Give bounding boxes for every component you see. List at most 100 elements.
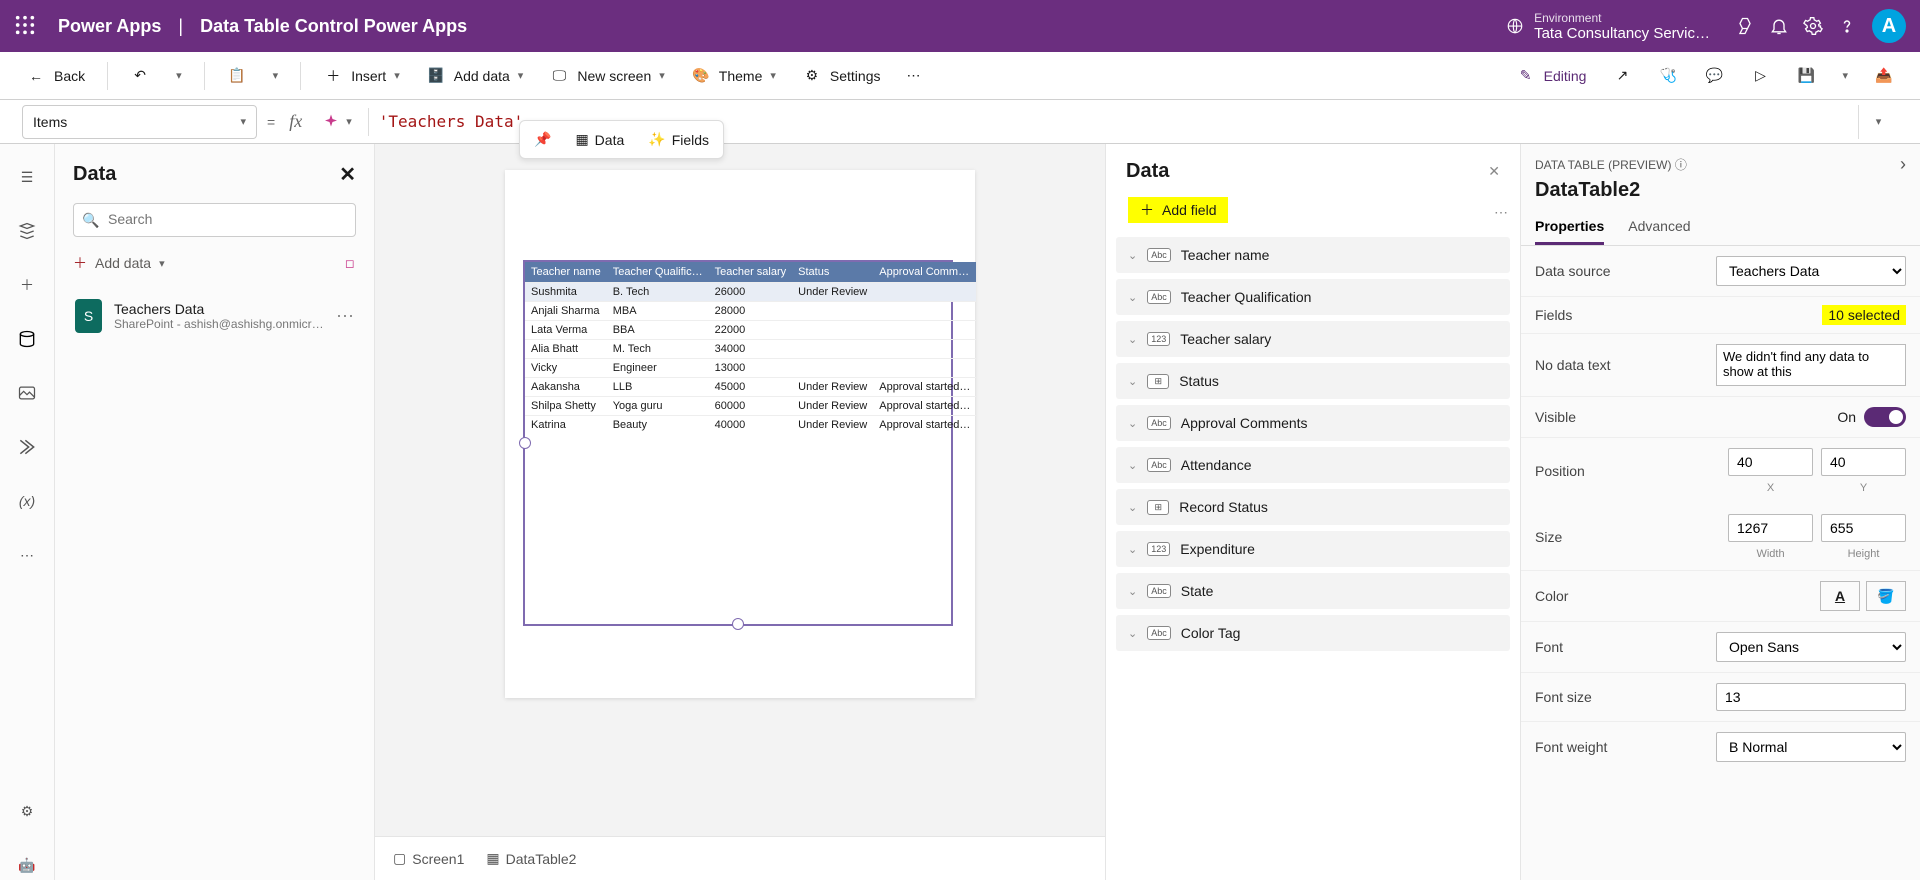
prop-nodata-input[interactable]: We didn't find any data to show at this bbox=[1716, 344, 1906, 386]
field-item[interactable]: ⌄123Teacher salary bbox=[1116, 321, 1510, 357]
table-row[interactable]: Lata VermaBBA22000 bbox=[525, 321, 976, 340]
field-item[interactable]: ⌄AbcState bbox=[1116, 573, 1510, 609]
field-item[interactable]: ⌄AbcTeacher name bbox=[1116, 237, 1510, 273]
field-item[interactable]: ⌄AbcAttendance bbox=[1116, 447, 1510, 483]
table-row[interactable]: Alia BhattM. Tech34000 bbox=[525, 340, 976, 359]
more-icon[interactable]: ⋯ bbox=[12, 540, 42, 570]
save-button[interactable]: 💾 bbox=[1786, 62, 1826, 90]
editing-mode-button[interactable]: ✎ Editing bbox=[1506, 62, 1597, 90]
avatar[interactable]: A bbox=[1872, 9, 1906, 43]
media-tab-icon[interactable] bbox=[12, 378, 42, 408]
settings-tab-icon[interactable]: ⚙ bbox=[12, 796, 42, 826]
undo-button[interactable]: ↶ bbox=[120, 62, 160, 90]
property-selector[interactable]: Items ▾ bbox=[22, 105, 257, 139]
column-header[interactable]: Teacher salary bbox=[709, 262, 793, 283]
breadcrumb-screen[interactable]: ▢Screen1 bbox=[393, 850, 464, 867]
field-item[interactable]: ⌄⊞Status bbox=[1116, 363, 1510, 399]
pos-x-input[interactable] bbox=[1728, 448, 1813, 476]
pos-y-input[interactable] bbox=[1821, 448, 1906, 476]
environment-picker[interactable]: Environment Tata Consultancy Servic… bbox=[1506, 11, 1710, 42]
tab-advanced[interactable]: Advanced bbox=[1628, 210, 1690, 245]
variables-icon[interactable]: (x) bbox=[12, 486, 42, 516]
add-data-link[interactable]: ＋ Add data ▾ ◇ bbox=[73, 251, 356, 275]
field-item[interactable]: ⌄AbcColor Tag bbox=[1116, 615, 1510, 651]
tabs: Properties Advanced bbox=[1521, 210, 1920, 246]
chevron-down-icon: ▾ bbox=[518, 69, 524, 82]
field-item[interactable]: ⌄⊞Record Status bbox=[1116, 489, 1510, 525]
breadcrumb-control[interactable]: ▦DataTable2 bbox=[486, 850, 576, 867]
edit-fields-link[interactable]: 10 selected bbox=[1822, 307, 1906, 323]
table-row[interactable]: VickyEngineer13000 bbox=[525, 359, 976, 378]
new-screen-button[interactable]: 🖵 New screen ▾ bbox=[539, 62, 674, 90]
close-icon[interactable]: ✕ bbox=[1488, 163, 1500, 180]
canvas[interactable]: 📌 ▦ Data ✨ Fields Teacher nameTeacher Qu… bbox=[375, 144, 1105, 880]
publish-button[interactable]: 📤 bbox=[1864, 62, 1904, 90]
expand-formula[interactable]: ▾ bbox=[1858, 105, 1898, 139]
close-icon[interactable]: ✕ bbox=[339, 162, 356, 187]
width-input[interactable] bbox=[1728, 514, 1813, 542]
info-icon[interactable]: ⓘ bbox=[1675, 158, 1687, 172]
table-row[interactable]: AakanshaLLB45000Under ReviewApproval sta… bbox=[525, 378, 976, 397]
copilot-button[interactable]: ▾ bbox=[316, 113, 358, 131]
search-input[interactable] bbox=[106, 210, 347, 228]
share-button[interactable]: ↗ bbox=[1602, 62, 1642, 90]
tree-view-icon[interactable] bbox=[12, 216, 42, 246]
ellipsis-icon[interactable]: ⋯ bbox=[1494, 204, 1508, 221]
column-header[interactable]: Approval Comm… bbox=[873, 262, 976, 283]
column-header[interactable]: Teacher name bbox=[525, 262, 607, 283]
save-split[interactable]: ▾ bbox=[1832, 65, 1858, 86]
fill-color-picker[interactable]: 🪣 bbox=[1866, 581, 1906, 611]
prop-data-source-select[interactable]: Teachers Data bbox=[1716, 256, 1906, 286]
font-weight-select[interactable]: B Normal bbox=[1716, 732, 1906, 762]
font-select[interactable]: Open Sans bbox=[1716, 632, 1906, 662]
app-checker-button[interactable]: 🩺 bbox=[1648, 62, 1688, 90]
ellipsis-icon[interactable]: ⋯ bbox=[336, 306, 354, 327]
height-input[interactable] bbox=[1821, 514, 1906, 542]
notifications-icon[interactable] bbox=[1762, 9, 1796, 43]
table-row[interactable]: KatrinaBeauty40000Under ReviewApproval s… bbox=[525, 416, 976, 435]
table-row[interactable]: SushmitaB. Tech26000Under Review bbox=[525, 283, 976, 302]
field-item[interactable]: ⌄123Expenditure bbox=[1116, 531, 1510, 567]
font-size-input[interactable] bbox=[1716, 683, 1906, 711]
visible-toggle[interactable] bbox=[1864, 407, 1906, 427]
add-field-button[interactable]: ＋ Add field bbox=[1128, 197, 1228, 223]
column-header[interactable]: Status bbox=[792, 262, 873, 283]
power-automate-icon[interactable] bbox=[12, 432, 42, 462]
font-color-picker[interactable]: A bbox=[1820, 581, 1860, 611]
column-header[interactable]: Teacher Qualific… bbox=[607, 262, 709, 283]
tab-properties[interactable]: Properties bbox=[1535, 210, 1604, 245]
data-menu-button[interactable]: ▦ Data bbox=[565, 125, 634, 154]
settings-button[interactable]: ⚙ Settings bbox=[792, 62, 891, 90]
ribbon-overflow[interactable]: ⋯ bbox=[896, 63, 930, 88]
hamburger-icon[interactable]: ☰ bbox=[12, 162, 42, 192]
insert-button[interactable]: ＋ Insert ▾ bbox=[313, 62, 410, 90]
table-row[interactable]: Shilpa ShettyYoga guru60000Under ReviewA… bbox=[525, 397, 976, 416]
field-item[interactable]: ⌄AbcApproval Comments bbox=[1116, 405, 1510, 441]
expand-icon[interactable]: › bbox=[1900, 154, 1906, 175]
back-button[interactable]: ← Back bbox=[16, 62, 95, 90]
field-item[interactable]: ⌄AbcTeacher Qualification bbox=[1116, 279, 1510, 315]
undo-split[interactable]: ▾ bbox=[166, 65, 192, 86]
virtual-agent-icon[interactable]: 🤖 bbox=[12, 850, 42, 880]
table-icon: ▦ bbox=[486, 850, 499, 867]
comment-icon: 💬 bbox=[1704, 66, 1724, 86]
table-row[interactable]: Anjali SharmaMBA28000 bbox=[525, 302, 976, 321]
copilot-icon[interactable] bbox=[1728, 9, 1762, 43]
paste-button[interactable]: 📋 bbox=[217, 62, 257, 90]
data-tab-icon[interactable] bbox=[12, 324, 42, 354]
theme-button[interactable]: 🎨 Theme ▾ bbox=[681, 62, 786, 90]
pin-button[interactable]: 📌 bbox=[524, 125, 561, 154]
add-data-button[interactable]: 🗄️ Add data ▾ bbox=[416, 62, 534, 90]
comments-button[interactable]: 💬 bbox=[1694, 62, 1734, 90]
paste-split[interactable]: ▾ bbox=[263, 65, 289, 86]
app-launcher-icon[interactable] bbox=[14, 14, 38, 38]
play-button[interactable]: ▷ bbox=[1740, 62, 1780, 90]
data-source-item[interactable]: S Teachers Data SharePoint - ashish@ashi… bbox=[73, 293, 356, 339]
fields-menu-button[interactable]: ✨ Fields bbox=[638, 125, 719, 154]
settings-icon[interactable] bbox=[1796, 9, 1830, 43]
search-input-wrapper[interactable]: 🔍 bbox=[73, 203, 356, 237]
insert-tab-icon[interactable]: ＋ bbox=[12, 270, 42, 300]
eraser-icon[interactable]: ◇ bbox=[341, 253, 361, 273]
datatable-control[interactable]: Teacher nameTeacher Qualific…Teacher sal… bbox=[523, 260, 953, 626]
help-icon[interactable] bbox=[1830, 9, 1864, 43]
